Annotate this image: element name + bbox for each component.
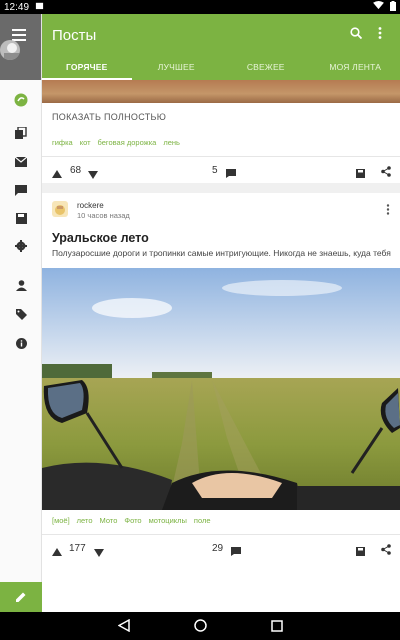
comments-icon xyxy=(15,184,27,196)
sidebar-item-mail[interactable] xyxy=(13,154,29,170)
feed: ПОКАЗАТЬ ПОЛНОСТЬЮ гифка кот беговая дор… xyxy=(42,80,400,612)
post-actions: 68 5 xyxy=(42,157,400,183)
comment-count: 29 xyxy=(212,543,224,554)
post-menu-icon[interactable] xyxy=(386,202,390,220)
avatar[interactable] xyxy=(0,40,20,60)
sidebar xyxy=(0,14,42,612)
comments-icon[interactable] xyxy=(231,543,241,561)
tag-list: гифка кот беговая дорожка лень xyxy=(52,138,180,147)
sidebar-header xyxy=(0,14,41,80)
search-icon[interactable] xyxy=(350,26,363,44)
copy-icon xyxy=(15,127,27,139)
post-title[interactable]: Уральское лето xyxy=(52,231,149,245)
rating: 68 xyxy=(70,165,82,176)
overflow-menu-icon[interactable] xyxy=(378,26,382,44)
tab-fresh[interactable]: СВЕЖЕЕ xyxy=(221,54,311,80)
info-icon xyxy=(15,337,27,349)
recents-icon[interactable] xyxy=(271,619,283,637)
battery-icon xyxy=(390,0,396,14)
post-image[interactable] xyxy=(42,268,400,510)
tab-best[interactable]: ЛУЧШЕЕ xyxy=(132,54,222,80)
mail-icon xyxy=(15,157,27,167)
upvote-icon[interactable] xyxy=(52,543,62,561)
share-icon[interactable] xyxy=(381,542,391,560)
app-bar: Посты ГОРЯЧЕЕ ЛУЧШЕЕ СВЕЖЕЕ МОЯ ЛЕНТА xyxy=(42,14,400,80)
downvote-icon[interactable] xyxy=(94,544,104,562)
notification-icon xyxy=(35,1,44,13)
clock: 12:49 xyxy=(4,1,30,13)
sidebar-item-copy[interactable] xyxy=(13,125,29,141)
comments-icon[interactable] xyxy=(226,165,236,183)
tag[interactable]: кот xyxy=(80,138,91,147)
show-all-button[interactable]: ПОКАЗАТЬ ПОЛНОСТЬЮ xyxy=(52,112,166,122)
post-image[interactable] xyxy=(42,80,400,103)
post-excerpt: Полузаросшие дороги и тропинки самые инт… xyxy=(52,248,391,258)
save-icon[interactable] xyxy=(356,543,365,561)
sidebar-item-tags[interactable] xyxy=(13,306,29,322)
save-icon[interactable] xyxy=(356,165,365,183)
tag[interactable]: поле xyxy=(194,516,211,525)
sidebar-item-settings[interactable] xyxy=(13,238,29,254)
tag[interactable]: Мото xyxy=(100,516,118,525)
tag[interactable]: [моё] xyxy=(52,516,70,525)
pencil-icon xyxy=(16,592,26,602)
author-name[interactable]: rockere xyxy=(77,201,104,210)
page-title: Посты xyxy=(52,27,97,44)
sidebar-item-profile[interactable] xyxy=(13,277,29,293)
tag[interactable]: гифка xyxy=(52,138,73,147)
upvote-icon[interactable] xyxy=(52,165,62,183)
share-icon[interactable] xyxy=(381,164,391,182)
create-post-button[interactable] xyxy=(0,582,42,612)
sidebar-item-saved[interactable] xyxy=(13,210,29,226)
rating: 177 xyxy=(69,543,86,554)
saved-icon xyxy=(15,212,27,224)
comment-count: 5 xyxy=(212,165,218,176)
system-nav-bar xyxy=(0,612,400,640)
post-time: 10 часов назад xyxy=(77,211,130,220)
feed-icon xyxy=(14,93,28,107)
tag-list: [моё] лето Мото Фото мотоциклы поле xyxy=(52,516,211,525)
tab-my-feed[interactable]: МОЯ ЛЕНТА xyxy=(311,54,400,80)
author-avatar[interactable] xyxy=(52,201,68,217)
tab-hot[interactable]: ГОРЯЧЕЕ xyxy=(42,54,132,80)
home-icon[interactable] xyxy=(194,619,207,637)
tag[interactable]: лень xyxy=(163,138,180,147)
tag[interactable]: беговая дорожка xyxy=(98,138,157,147)
settings-icon xyxy=(15,240,27,252)
post-actions: 177 29 xyxy=(42,535,400,561)
back-icon[interactable] xyxy=(117,618,130,637)
post-card: rockere 10 часов назад Уральское лето По… xyxy=(42,193,400,612)
sidebar-item-comments[interactable] xyxy=(13,182,29,198)
status-bar: 12:49 xyxy=(0,0,400,14)
wifi-icon xyxy=(373,1,384,13)
tag[interactable]: мотоциклы xyxy=(149,516,187,525)
tag[interactable]: Фото xyxy=(124,516,141,525)
profile-icon xyxy=(15,279,27,291)
sidebar-item-feed[interactable] xyxy=(13,92,29,108)
tag-icon xyxy=(15,308,27,320)
tag[interactable]: лето xyxy=(77,516,93,525)
sidebar-item-info[interactable] xyxy=(13,335,29,351)
post-card: ПОКАЗАТЬ ПОЛНОСТЬЮ гифка кот беговая дор… xyxy=(42,80,400,183)
downvote-icon[interactable] xyxy=(88,166,98,184)
tab-bar: ГОРЯЧЕЕ ЛУЧШЕЕ СВЕЖЕЕ МОЯ ЛЕНТА xyxy=(42,54,400,80)
